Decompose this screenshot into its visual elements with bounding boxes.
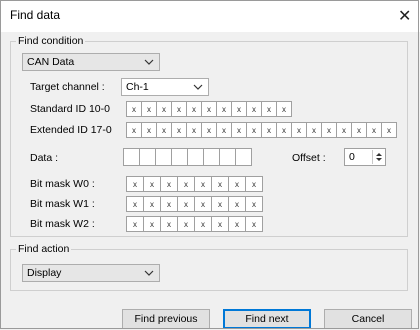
data-byte-field[interactable] [139, 148, 156, 166]
bit-mask-bit[interactable]: x [126, 176, 144, 192]
bit-mask-bit[interactable]: x [143, 216, 161, 232]
bit-mask-bit[interactable]: x [228, 216, 246, 232]
standard-id-bit[interactable]: x [231, 101, 247, 117]
close-icon[interactable]: ✕ [398, 6, 411, 26]
data-byte-field[interactable] [203, 148, 220, 166]
data-type-select[interactable]: CAN Data [22, 53, 160, 71]
standard-id-bit[interactable]: x [156, 101, 172, 117]
offset-value: 0 [349, 151, 355, 163]
bit-mask-bit[interactable]: x [160, 196, 178, 212]
bit-mask-bit[interactable]: x [211, 196, 229, 212]
data-byte-field[interactable] [123, 148, 140, 166]
find-condition-legend: Find condition [16, 35, 86, 47]
bit-mask-w2-bits: x x x x x x x x [126, 216, 263, 232]
bit-mask-w1-bits: x x x x x x x x [126, 196, 263, 212]
standard-id-bit[interactable]: x [186, 101, 202, 117]
find-action-legend: Find action [16, 243, 72, 255]
bit-mask-bit[interactable]: x [211, 176, 229, 192]
extended-id-bit[interactable]: x [306, 122, 322, 138]
standard-id-bit[interactable]: x [126, 101, 142, 117]
extended-id-label: Extended ID 17-0 [30, 124, 112, 136]
bit-mask-bit[interactable]: x [228, 176, 246, 192]
bit-mask-bit[interactable]: x [194, 176, 212, 192]
bit-mask-bit[interactable]: x [245, 216, 263, 232]
bit-mask-bit[interactable]: x [177, 196, 195, 212]
bit-mask-bit[interactable]: x [160, 216, 178, 232]
standard-id-bit[interactable]: x [171, 101, 187, 117]
bit-mask-w0-bits: x x x x x x x x [126, 176, 263, 192]
bit-mask-bit[interactable]: x [194, 196, 212, 212]
extended-id-bit[interactable]: x [381, 122, 397, 138]
bit-mask-bit[interactable]: x [143, 176, 161, 192]
extended-id-bit[interactable]: x [336, 122, 352, 138]
extended-id-bit[interactable]: x [366, 122, 382, 138]
extended-id-bit[interactable]: x [246, 122, 262, 138]
data-byte-field[interactable] [219, 148, 236, 166]
data-label: Data : [30, 152, 59, 164]
bit-mask-bit[interactable]: x [211, 216, 229, 232]
bit-mask-w0-label: Bit mask W0 : [30, 178, 95, 190]
bit-mask-bit[interactable]: x [126, 216, 144, 232]
bit-mask-bit[interactable]: x [194, 216, 212, 232]
target-channel-value: Ch-1 [126, 81, 149, 93]
extended-id-bit[interactable]: x [276, 122, 292, 138]
data-type-value: CAN Data [27, 56, 75, 68]
bit-mask-w1-label: Bit mask W1 : [30, 198, 95, 210]
bit-mask-bit[interactable]: x [143, 196, 161, 212]
data-byte-field[interactable] [155, 148, 172, 166]
extended-id-bits: x x x x x x x x x x x x x x x x x x [126, 122, 397, 138]
bit-mask-bit[interactable]: x [228, 196, 246, 212]
bit-mask-bit[interactable]: x [160, 176, 178, 192]
spin-updown-icon[interactable] [372, 150, 385, 164]
find-action-select[interactable]: Display [22, 264, 160, 282]
standard-id-label: Standard ID 10-0 [30, 103, 110, 115]
extended-id-bit[interactable]: x [261, 122, 277, 138]
offset-label: Offset : [292, 152, 326, 164]
offset-spinbox[interactable]: 0 [344, 148, 386, 166]
target-channel-label: Target channel : [30, 81, 105, 93]
data-bytes [123, 148, 252, 166]
extended-id-bit[interactable]: x [351, 122, 367, 138]
bit-mask-bit[interactable]: x [177, 216, 195, 232]
target-channel-select[interactable]: Ch-1 [121, 78, 209, 96]
dialog-title: Find data [10, 8, 61, 22]
standard-id-bit[interactable]: x [276, 101, 292, 117]
find-next-button[interactable]: Find next [223, 309, 311, 329]
title-bar [0, 0, 420, 32]
find-action-value: Display [27, 267, 62, 279]
bit-mask-bit[interactable]: x [126, 196, 144, 212]
extended-id-bit[interactable]: x [141, 122, 157, 138]
standard-id-bit[interactable]: x [201, 101, 217, 117]
chevron-down-icon [193, 80, 203, 97]
extended-id-bit[interactable]: x [201, 122, 217, 138]
bit-mask-bit[interactable]: x [245, 176, 263, 192]
standard-id-bit[interactable]: x [141, 101, 157, 117]
standard-id-bit[interactable]: x [216, 101, 232, 117]
standard-id-bit[interactable]: x [261, 101, 277, 117]
standard-id-bit[interactable]: x [246, 101, 262, 117]
extended-id-bit[interactable]: x [126, 122, 142, 138]
data-byte-field[interactable] [235, 148, 252, 166]
extended-id-bit[interactable]: x [186, 122, 202, 138]
cancel-button[interactable]: Cancel [324, 309, 412, 329]
find-previous-button[interactable]: Find previous [122, 309, 210, 329]
extended-id-bit[interactable]: x [291, 122, 307, 138]
bit-mask-bit[interactable]: x [245, 196, 263, 212]
extended-id-bit[interactable]: x [321, 122, 337, 138]
data-byte-field[interactable] [171, 148, 188, 166]
bit-mask-bit[interactable]: x [177, 176, 195, 192]
extended-id-bit[interactable]: x [216, 122, 232, 138]
bit-mask-w2-label: Bit mask W2 : [30, 218, 95, 230]
standard-id-bits: x x x x x x x x x x x [126, 101, 292, 117]
chevron-down-icon [144, 55, 154, 72]
extended-id-bit[interactable]: x [156, 122, 172, 138]
extended-id-bit[interactable]: x [171, 122, 187, 138]
data-byte-field[interactable] [187, 148, 204, 166]
chevron-down-icon [144, 266, 154, 283]
extended-id-bit[interactable]: x [231, 122, 247, 138]
